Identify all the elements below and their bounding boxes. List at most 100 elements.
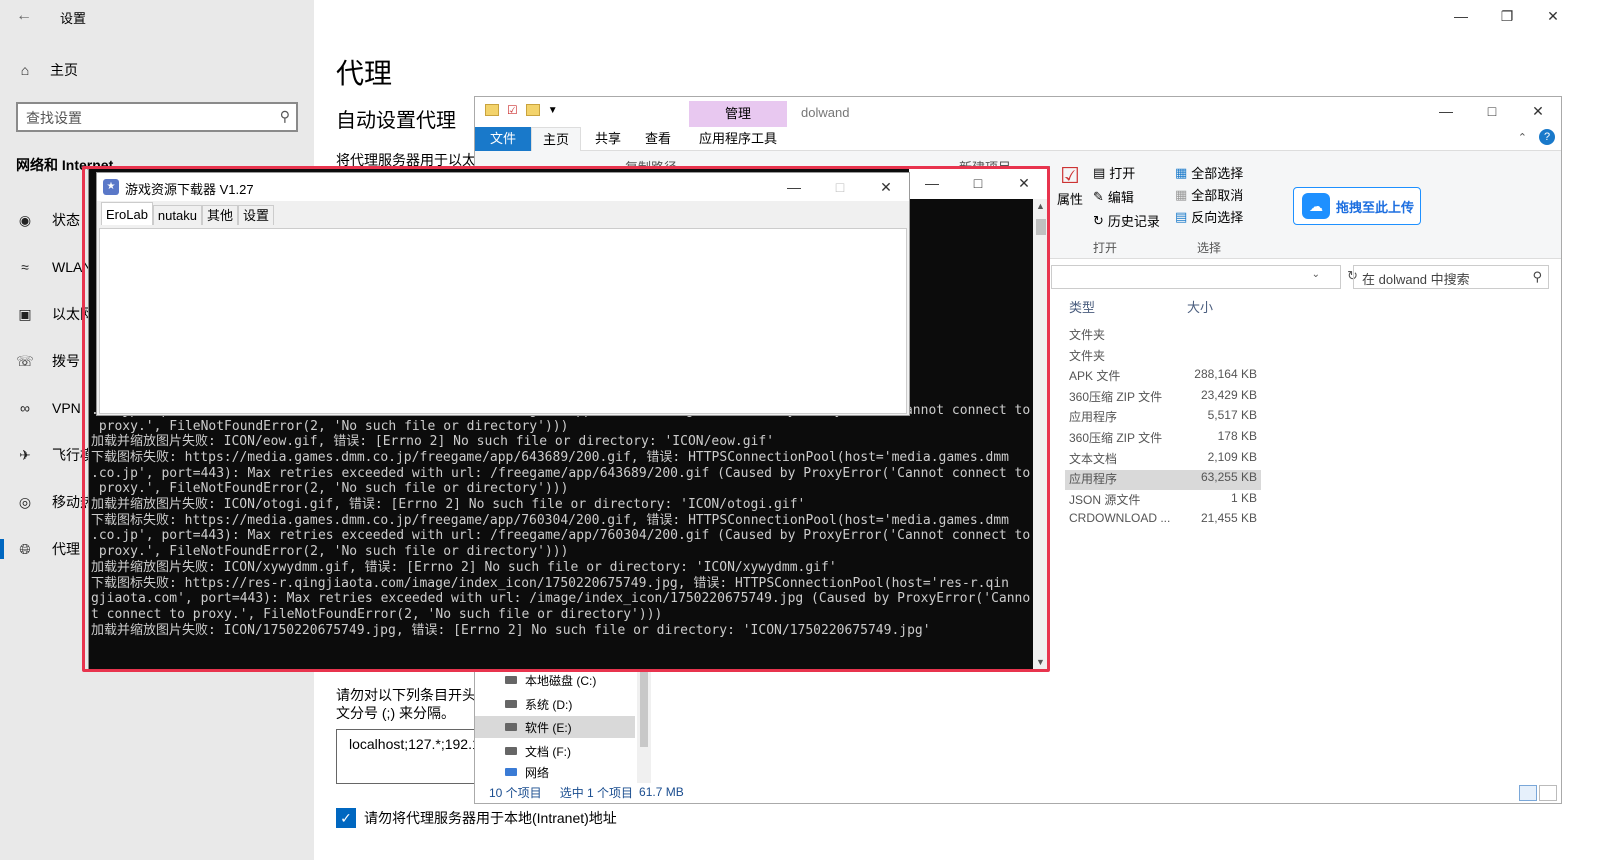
checkbox-checked[interactable]: ✓ [336,808,356,828]
view-toggle [1519,785,1557,801]
file-row[interactable]: JSON 源文件 1 KB [1065,491,1261,511]
file-row[interactable]: 应用程序 5,517 KB [1065,408,1261,428]
page-title: 代理 [336,58,393,89]
item-count: 10 个项目 [489,785,542,800]
manage-context-tab[interactable]: 管理 [689,101,787,127]
column-size[interactable]: 大小 [1187,297,1213,316]
nav-scrollbar[interactable] [637,667,651,783]
tab-view[interactable]: 查看 [635,127,681,151]
nav-label: 状态 [52,212,80,228]
file-type: 文本文档 [1069,451,1118,466]
drive-f[interactable]: 文档 (F:) [475,740,635,762]
file-size: 5,517 KB [1207,408,1257,423]
tiles-view-button[interactable] [1539,785,1557,801]
file-size: 1 KB [1230,490,1257,505]
tab-file[interactable]: 文件 [475,127,531,151]
local-bypass-label: 请勿将代理服务器用于本地(Intranet)地址 [364,810,617,826]
scrollbar-thumb[interactable] [640,667,648,747]
edit-icon: ✎ [1093,188,1104,204]
open-button[interactable]: ▤ 打开 [1093,163,1135,182]
file-type: 应用程序 [1069,472,1118,487]
home-nav-item[interactable]: ⌂ 主页 [16,60,78,80]
nav-label: 拨号 [52,353,80,369]
file-row[interactable]: CRDOWNLOAD ... 21,455 KB [1065,511,1261,531]
close-button[interactable]: ✕ [1515,99,1561,123]
minimize-button[interactable]: — [1438,4,1484,28]
tab-share[interactable]: 共享 [585,127,631,151]
drive-d[interactable]: 系统 (D:) [475,693,635,715]
home-label: 主页 [50,62,78,78]
drive-c[interactable]: 本地磁盘 (C:) [475,669,635,691]
select-none-button[interactable]: ▦ 全部取消 [1175,185,1243,204]
properties-label: 属性 [1057,192,1084,207]
drive-icon [505,676,517,684]
explorer-search-input[interactable]: 在 dolwand 中搜索 ⚲ [1353,265,1549,289]
details-view-button[interactable] [1519,785,1537,801]
edit-button[interactable]: ✎ 编辑 [1093,187,1134,206]
chevron-down-icon[interactable]: ⌄ [1312,269,1320,280]
collapse-ribbon-icon[interactable]: ⌃ [1518,131,1527,144]
back-arrow-icon[interactable]: ← [12,4,36,28]
drive-icon [505,747,517,755]
settings-search-input[interactable]: 查找设置 ⚲ [16,102,298,132]
search-placeholder: 在 dolwand 中搜索 [1362,272,1470,287]
help-icon[interactable]: ? [1539,129,1555,145]
file-row[interactable]: 文件夹 [1065,326,1261,346]
file-type: 应用程序 [1069,410,1118,425]
selected-count: 选中 1 个项目 [559,785,634,800]
upload-button[interactable]: ☁ 拖拽至此上传 [1293,187,1421,225]
close-button[interactable]: ✕ [1530,4,1576,28]
drive-label: 软件 (E:) [525,720,572,735]
drive-label: 文档 (F:) [525,744,571,759]
open-icon: ▤ [1093,164,1106,180]
tab-home[interactable]: 主页 [531,127,581,151]
settings-window-controls: — ❐ ✕ [1438,4,1576,28]
file-row[interactable]: APK 文件 288,164 KB [1065,367,1261,387]
search-icon: ⚲ [279,108,290,124]
drive-e[interactable]: 软件 (E:) [475,716,635,738]
tab-app-tools[interactable]: 应用程序工具 [689,127,787,151]
restore-button[interactable]: ❐ [1484,4,1530,28]
invert-selection-icon: ▤ [1175,208,1188,224]
nav-label: VPN [52,400,81,416]
dropdown-icon[interactable]: ▼ [548,105,558,116]
network-item[interactable]: 网络 [475,765,635,779]
quick-access-toolbar: ☑ ▼ [485,103,558,117]
invert-selection-label: 反向选择 [1191,210,1244,225]
hotspot-icon: ◎ [18,493,32,510]
navigation-pane-drives: 本地磁盘 (C:) 系统 (D:) 软件 (E:) 文档 (F:) 网络 [475,667,653,783]
status-bar: 10 个项目 选中 1 个项目 61.7 MB [475,781,1561,803]
address-bar[interactable]: ⌄ ↻ [1051,265,1358,289]
history-button[interactable]: ↻ 历史记录 [1093,211,1160,230]
file-size: 63,255 KB [1200,470,1257,485]
file-row[interactable]: 文本文档 2,109 KB [1065,450,1261,470]
drive-label: 本地磁盘 (C:) [525,673,597,688]
home-icon: ⌂ [20,62,30,78]
file-size: 2,109 KB [1207,449,1257,464]
minimize-button[interactable]: — [1423,99,1469,123]
select-all-icon: ▦ [1175,164,1188,180]
new-folder-icon[interactable] [525,104,540,116]
file-row[interactable]: 360压缩 ZIP 文件 23,429 KB [1065,388,1261,408]
explorer-window-controls: — □ ✕ [1423,99,1561,123]
file-row[interactable]: 文件夹 [1065,347,1261,367]
exclude-list-input[interactable]: localhost;127.*;192.16 [336,729,486,784]
select-all-button[interactable]: ▦ 全部选择 [1175,163,1243,182]
file-row[interactable]: 应用程序 63,255 KB [1065,470,1261,491]
open-label: 打开 [1109,166,1136,181]
folder-icon[interactable] [485,104,499,116]
vpn-icon: ∞ [20,400,30,416]
maximize-button[interactable]: □ [1469,99,1515,123]
properties-button[interactable]: ☑ 属性 [1057,163,1083,208]
file-row[interactable]: 360压缩 ZIP 文件 178 KB [1065,429,1261,449]
column-type[interactable]: 类型 [1069,297,1095,316]
red-highlight-frame [82,166,1050,672]
local-bypass-checkbox-row[interactable]: ✓ 请勿将代理服务器用于本地(Intranet)地址 [336,808,617,828]
invert-selection-button[interactable]: ▤ 反向选择 [1175,207,1243,226]
file-type: 360压缩 ZIP 文件 [1069,389,1163,404]
file-size: 178 KB [1217,429,1257,443]
settings-title: 设置 [60,11,87,26]
airplane-icon: ✈ [19,446,31,463]
properties-check-icon[interactable]: ☑ [507,103,518,117]
search-placeholder: 查找设置 [26,110,82,126]
